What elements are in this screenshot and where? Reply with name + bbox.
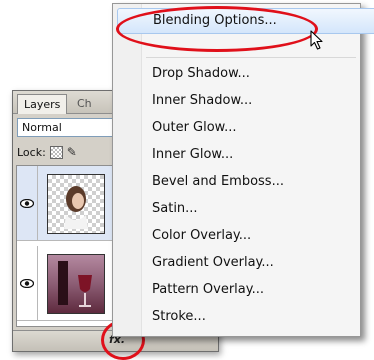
menu-item-bevel-and-emboss[interactable]: Bevel and Emboss... (142, 170, 364, 194)
blending-options-highlight-ellipse (116, 6, 318, 52)
menu-item-stroke[interactable]: Stroke... (142, 305, 364, 329)
menu-separator (146, 57, 356, 58)
eye-icon[interactable] (17, 246, 38, 320)
mouse-cursor-icon (310, 30, 323, 50)
menu-gutter (113, 4, 142, 336)
eye-icon[interactable] (17, 166, 38, 240)
menu-item-outer-glow[interactable]: Outer Glow... (142, 116, 364, 140)
layer-thumbnail[interactable] (47, 254, 105, 314)
menu-item-drop-shadow[interactable]: Drop Shadow... (142, 62, 364, 86)
tab-channels[interactable]: Ch (71, 94, 98, 113)
brush-icon[interactable]: ✎ (67, 146, 77, 158)
menu-item-color-overlay[interactable]: Color Overlay... (142, 224, 364, 248)
menu-item-inner-glow[interactable]: Inner Glow... (142, 143, 364, 167)
menu-item-satin[interactable]: Satin... (142, 197, 364, 221)
menu-item-inner-shadow[interactable]: Inner Shadow... (142, 89, 364, 113)
lock-row: Lock: ✎ (17, 143, 77, 161)
layer-thumbnail[interactable] (47, 174, 105, 234)
tab-layers[interactable]: Layers (17, 94, 68, 114)
lock-transparency-icon[interactable] (49, 145, 63, 159)
menu-item-pattern-overlay[interactable]: Pattern Overlay... (142, 278, 364, 302)
lock-label: Lock: (17, 145, 46, 159)
menu-item-gradient-overlay[interactable]: Gradient Overlay... (142, 251, 364, 275)
layer-style-menu: Blending Options... Drop Shadow... Inner… (112, 3, 374, 337)
